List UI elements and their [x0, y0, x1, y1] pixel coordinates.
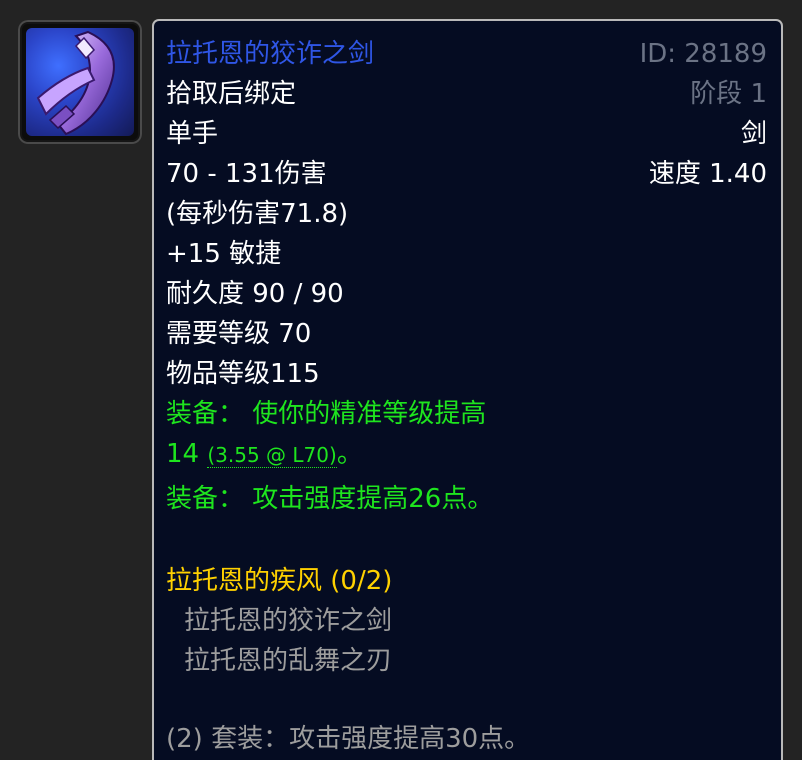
phase: 阶段 1 [690, 79, 767, 109]
item-level: 物品等级115 [166, 359, 320, 389]
sword-hilt-icon [26, 28, 134, 136]
dps: (每秒伤害71.8) [166, 199, 349, 229]
item-tooltip: 拉托恩的狡诈之剑 ID: 28189 拾取后绑定 阶段 1 单手 剑 70 - … [152, 19, 783, 760]
rating-conversion[interactable]: (3.55 @ L70) [207, 443, 337, 468]
set-item-1[interactable]: 拉托恩的狡诈之剑 [184, 603, 392, 639]
bind-type: 拾取后绑定 [166, 79, 297, 109]
equip-effect-1-value: 14 [166, 439, 200, 469]
damage: 70 - 131伤害 [166, 159, 327, 189]
equip-effect-1-end: 。 [336, 439, 363, 469]
equip-effect-1-value-line: 14 (3.55 @ L70)。 [166, 436, 363, 473]
equip-effect-1: 装备： 使你的精准等级提高 [166, 399, 487, 429]
item-name[interactable]: 拉托恩的狡诈之剑 [166, 36, 374, 72]
equip-effect-2: 装备： 攻击强度提高26点。 [166, 484, 494, 514]
item-icon-frame[interactable] [18, 20, 142, 144]
weapon-type: 剑 [740, 119, 767, 149]
set-item-2[interactable]: 拉托恩的乱舞之刃 [184, 643, 392, 679]
attack-speed: 速度 1.40 [648, 159, 767, 189]
slot: 单手 [166, 119, 219, 149]
set-bonus: (2) 套装：攻击强度提高30点。 [166, 724, 531, 754]
required-level: 需要等级 70 [166, 319, 312, 349]
agility-stat: +15 敏捷 [166, 239, 282, 269]
durability: 耐久度 90 / 90 [166, 279, 344, 309]
tooltip-stage: 拉托恩的狡诈之剑 ID: 28189 拾取后绑定 阶段 1 单手 剑 70 - … [0, 0, 802, 760]
set-name[interactable]: 拉托恩的疾风 (0/2) [166, 563, 392, 599]
item-id: ID: 28189 [639, 39, 767, 69]
